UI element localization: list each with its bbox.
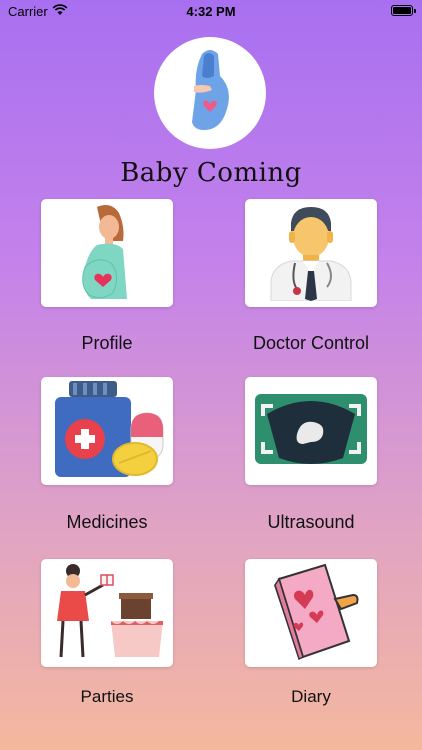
diary-tile[interactable]	[245, 559, 377, 667]
profile-tile[interactable]	[41, 199, 173, 307]
app-title: Baby Coming	[120, 158, 302, 188]
status-time: 4:32 PM	[186, 4, 236, 19]
doctor-control-tile[interactable]	[245, 199, 377, 307]
ultrasound-tile[interactable]	[245, 377, 377, 485]
app-logo	[154, 37, 266, 149]
ultrasound-scan-icon	[251, 384, 371, 479]
pills-bottle-icon	[45, 379, 169, 484]
ultrasound-label: Ultrasound	[267, 512, 355, 532]
battery-icon	[391, 5, 416, 16]
party-cake-icon	[47, 561, 167, 666]
parties-tile[interactable]	[41, 559, 173, 667]
medicines-label: Medicines	[66, 512, 148, 532]
doctor-icon	[261, 201, 361, 306]
profile-label: Profile	[81, 333, 133, 353]
parties-label: Parties	[80, 687, 134, 706]
diary-book-icon	[261, 559, 361, 668]
medicines-tile[interactable]	[41, 377, 173, 485]
diary-label: Diary	[291, 687, 331, 706]
pregnant-woman-icon	[67, 201, 147, 306]
pregnant-belly-icon	[180, 46, 240, 141]
status-bar: Carrier 4:32 PM	[0, 0, 422, 22]
doctor-control-label: Doctor Control	[252, 333, 370, 353]
